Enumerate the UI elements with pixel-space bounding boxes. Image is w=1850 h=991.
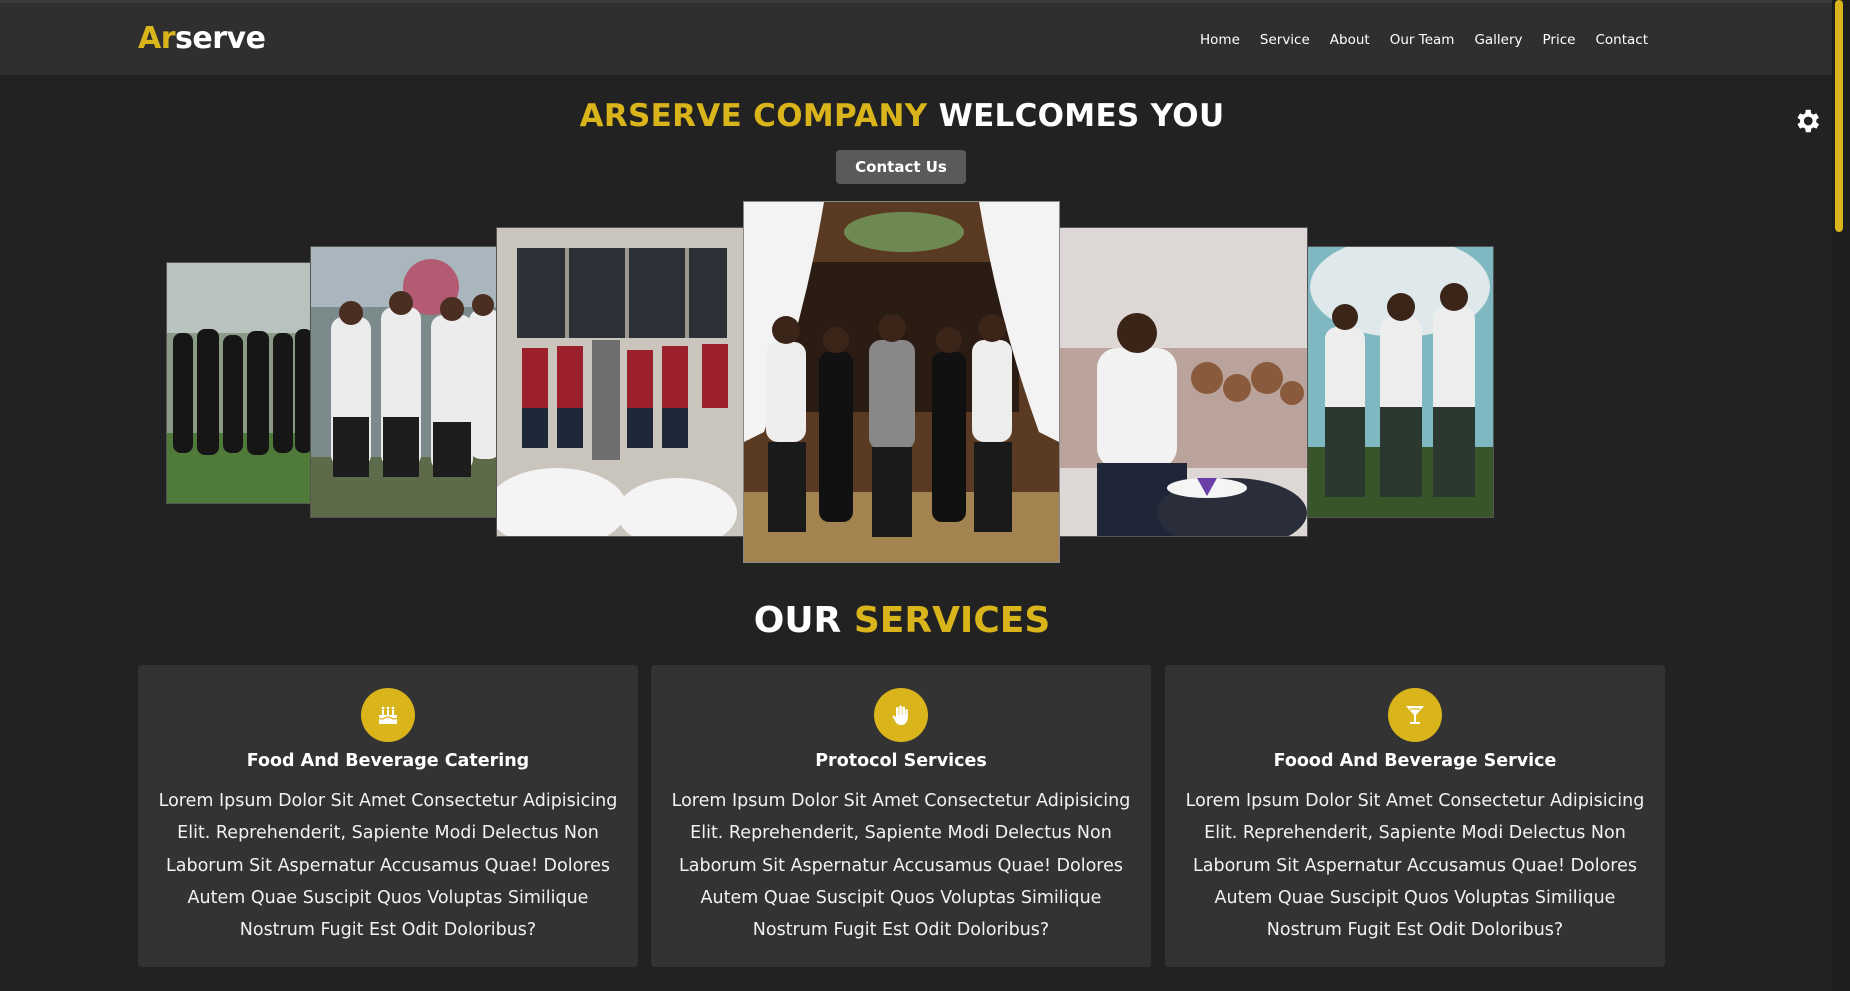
site-logo[interactable]: Arserve xyxy=(138,21,266,56)
cake-icon xyxy=(361,688,415,742)
service-description: Lorem Ipsum Dolor Sit Amet Consectetur A… xyxy=(158,791,618,941)
service-card: Protocol Services Lorem Ipsum Dolor Sit … xyxy=(651,665,1151,967)
service-title: Protocol Services xyxy=(815,751,987,771)
site-header: Arserve Home Service About Our Team Gall… xyxy=(0,3,1832,75)
service-card: Food And Beverage Catering Lorem Ipsum D… xyxy=(138,665,638,967)
contact-us-button[interactable]: Contact Us xyxy=(836,150,966,184)
service-title: Foood And Beverage Service xyxy=(1273,751,1557,771)
gallery-photo-1[interactable] xyxy=(166,262,314,504)
hero-title: ARSERVE COMPANY WELCOMES YOU xyxy=(579,98,1225,134)
service-title: Food And Beverage Catering xyxy=(246,751,530,771)
nav-contact[interactable]: Contact xyxy=(1595,32,1648,48)
nav-service[interactable]: Service xyxy=(1260,32,1310,48)
main-nav: Home Service About Our Team Gallery Pric… xyxy=(1200,32,1648,48)
nav-home[interactable]: Home xyxy=(1200,32,1240,48)
services-heading: OUR SERVICES xyxy=(753,600,1051,641)
service-description: Lorem Ipsum Dolor Sit Amet Consectetur A… xyxy=(671,791,1131,941)
service-description: Lorem Ipsum Dolor Sit Amet Consectetur A… xyxy=(1185,791,1645,941)
nav-gallery[interactable]: Gallery xyxy=(1474,32,1522,48)
gallery-photo-3[interactable] xyxy=(496,227,748,537)
gallery-photo-2[interactable] xyxy=(310,246,502,518)
service-card: Foood And Beverage Service Lorem Ipsum D… xyxy=(1165,665,1665,967)
nav-about[interactable]: About xyxy=(1330,32,1370,48)
nav-price[interactable]: Price xyxy=(1543,32,1576,48)
gallery-photo-5[interactable] xyxy=(1056,227,1308,537)
hand-icon xyxy=(874,688,928,742)
cocktail-icon xyxy=(1388,688,1442,742)
scrollbar-thumb[interactable] xyxy=(1835,0,1843,232)
gallery-photo-4[interactable] xyxy=(743,201,1060,563)
gallery-photo-6[interactable] xyxy=(1304,246,1494,518)
nav-our-team[interactable]: Our Team xyxy=(1390,32,1455,48)
